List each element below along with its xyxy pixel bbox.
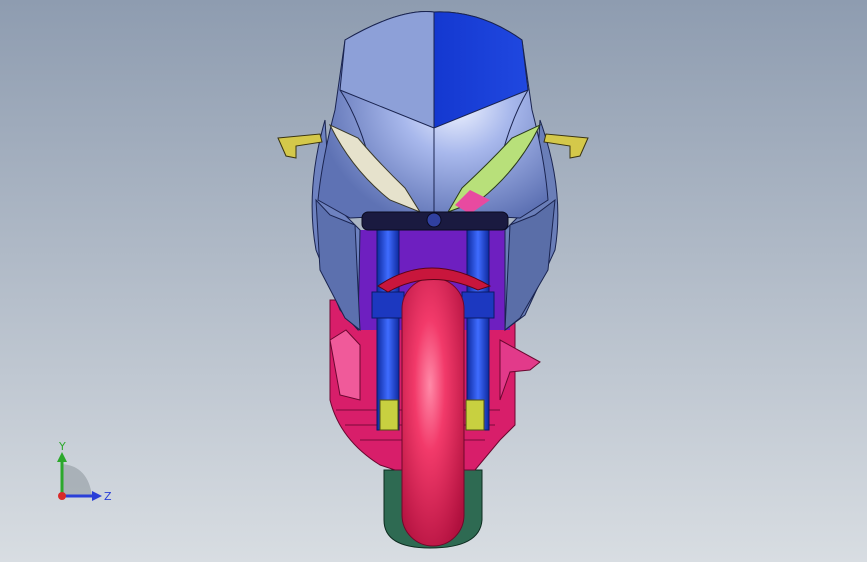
y-axis-arrow <box>57 452 67 462</box>
intake-center <box>426 212 442 228</box>
graphics-viewport[interactable]: Y Z <box>0 0 867 562</box>
z-axis-label: Z <box>104 490 112 503</box>
front-tire <box>401 277 465 547</box>
fork-collar <box>371 291 405 319</box>
fork-collar <box>461 291 495 319</box>
z-axis-arrow <box>92 491 102 501</box>
motorcycle-model[interactable] <box>0 0 867 562</box>
triad-plane <box>62 464 92 496</box>
x-axis <box>58 492 66 500</box>
y-axis-label: Y <box>58 440 66 453</box>
fork-foot <box>465 399 485 431</box>
fork-left <box>376 219 400 431</box>
fork-right <box>466 219 490 431</box>
view-orientation-triad: Y Z <box>57 440 112 503</box>
fork-foot <box>379 399 399 431</box>
